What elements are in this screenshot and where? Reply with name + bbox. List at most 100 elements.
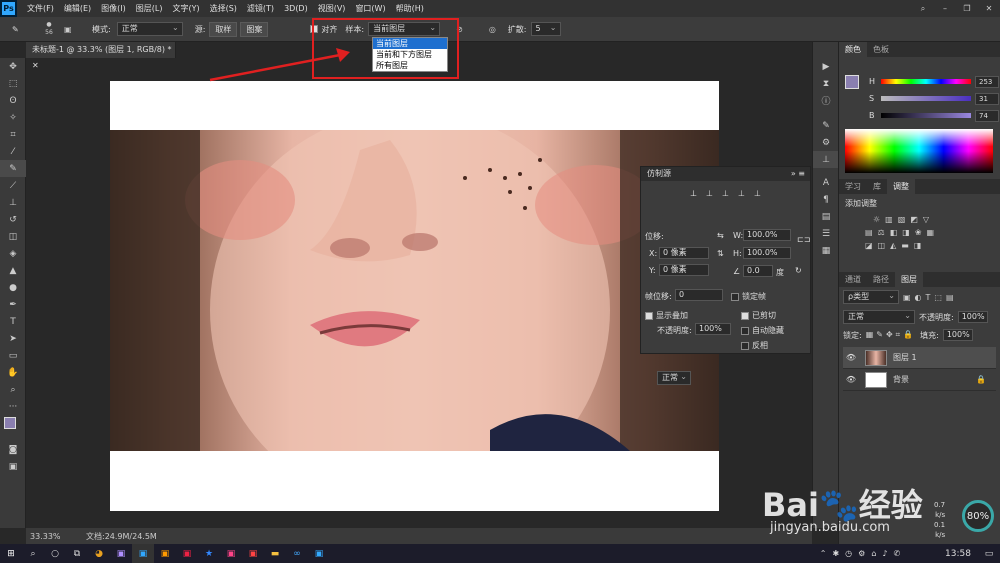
clone-source-icon[interactable]: ⊥ <box>813 151 839 168</box>
tab-layers[interactable]: 图层 <box>895 272 923 287</box>
h-input[interactable]: 253 <box>975 76 999 88</box>
clone-stamp-tool-icon[interactable]: ⊥ <box>0 194 26 211</box>
flip-v-icon[interactable]: ⇅ <box>717 249 724 258</box>
clone-source-3-icon[interactable]: ⊥ <box>722 189 729 198</box>
tab-libraries[interactable]: 库 <box>867 179 887 194</box>
tab-channels[interactable]: 通道 <box>839 272 867 287</box>
document-tab[interactable]: 未标题-1 @ 33.3% (图层 1, RGB/8) * ✕ <box>26 42 176 70</box>
b-input[interactable]: 74 <box>975 110 999 122</box>
eraser-tool-icon[interactable]: ◫ <box>0 228 26 245</box>
premiere-icon[interactable]: ▣ <box>110 544 132 563</box>
mode-select[interactable]: 正常 <box>116 22 183 36</box>
photoshop-taskbar-icon[interactable]: ▣ <box>132 544 154 563</box>
option-current-and-below[interactable]: 当前和下方图层 <box>373 49 447 60</box>
lasso-tool-icon[interactable]: ʘ <box>0 92 26 109</box>
hand-tool-icon[interactable]: ✋ <box>0 364 26 381</box>
illustrator-icon[interactable]: ▣ <box>154 544 176 563</box>
quick-mask-icon[interactable]: ◙ <box>0 441 26 458</box>
option-all-layers[interactable]: 所有图层 <box>373 60 447 71</box>
h-slider[interactable] <box>881 79 971 84</box>
link-icon[interactable]: ⊏⊐ <box>797 235 810 244</box>
cortana-icon[interactable]: ○ <box>44 544 66 563</box>
clock[interactable]: 13:58 <box>938 544 978 563</box>
folder-icon[interactable]: ▬ <box>264 544 286 563</box>
windows-start-icon[interactable]: ⊞ <box>0 544 22 563</box>
tab-color[interactable]: 颜色 <box>839 42 867 57</box>
eyedropper-icon[interactable]: ⁄ <box>0 143 26 160</box>
brush-presets-icon[interactable]: ⚙ <box>813 134 839 151</box>
overlay-blend-select[interactable]: 正常 <box>657 371 691 385</box>
color-swatches[interactable] <box>0 415 26 441</box>
tray-icons[interactable]: ⌃✱◷⚙⌂♪✆ <box>788 544 938 563</box>
chrome-icon[interactable]: ◕ <box>88 544 110 563</box>
brush-tool-icon[interactable]: ⟋ <box>0 177 26 194</box>
menu-select[interactable]: 选择(S) <box>210 3 237 14</box>
panel-fg-swatch[interactable] <box>845 75 859 89</box>
app-icon-5[interactable]: ∞ <box>286 544 308 563</box>
color-spectrum[interactable] <box>845 129 993 173</box>
marquee-tool-icon[interactable]: ⬚ <box>0 75 26 92</box>
healing-brush-icon[interactable]: ✎ <box>0 160 26 177</box>
move-tool-icon[interactable]: ✥ <box>0 58 26 75</box>
character-icon[interactable]: A <box>813 174 839 191</box>
crop-tool-icon[interactable]: ⌗ <box>0 126 26 143</box>
lock-icons[interactable]: ▦✎✥⌗🔒 <box>866 330 916 340</box>
tab-adjustments[interactable]: 调整 <box>887 179 915 194</box>
menu-layer[interactable]: 图层(L) <box>136 3 163 14</box>
pen-tool-icon[interactable]: ✒ <box>0 296 26 313</box>
zoom-tool-icon[interactable]: ⌕ <box>0 381 26 398</box>
angle-input[interactable]: 0.0 <box>743 265 773 277</box>
filter-icons[interactable]: ▣◐T⬚▤ <box>903 293 958 302</box>
search-icon[interactable]: ⌕ <box>22 544 44 563</box>
sample-button[interactable]: 取样 <box>209 21 238 37</box>
restore-icon[interactable]: ❐ <box>956 0 978 17</box>
search-icon[interactable]: ⌕ <box>912 0 934 17</box>
close-tab-icon[interactable]: ✕ <box>32 61 39 70</box>
flip-h-icon[interactable]: ⇆ <box>717 231 724 240</box>
clone-source-1-icon[interactable]: ⊥ <box>690 189 697 198</box>
layer-filter-select[interactable]: ρ类型 <box>843 290 899 304</box>
info-icon[interactable]: ⓘ <box>813 92 839 109</box>
app-icon-4[interactable]: ▣ <box>242 544 264 563</box>
brush-settings-icon[interactable]: ✎ <box>813 117 839 134</box>
app-icon-2[interactable]: ★ <box>198 544 220 563</box>
app-icon-6[interactable]: ▣ <box>308 544 330 563</box>
menu-window[interactable]: 窗口(W) <box>355 3 385 14</box>
menu-edit[interactable]: 编辑(E) <box>64 3 91 14</box>
diffusion-select[interactable]: 5 <box>530 22 561 36</box>
type-tool-icon[interactable]: T <box>0 313 26 330</box>
history-icon[interactable]: ⧗ <box>813 75 839 92</box>
adjust-icons-row-3[interactable]: ◪◫◭▬◨ <box>865 241 994 250</box>
brush-preset-icon[interactable]: ● 56 <box>34 21 64 37</box>
minimize-icon[interactable]: – <box>934 0 956 17</box>
b-slider[interactable] <box>881 113 971 118</box>
pressure-icon[interactable]: ◎ <box>489 25 496 34</box>
close-icon[interactable]: ✕ <box>978 0 1000 17</box>
overlay-opacity-input[interactable]: 100% <box>695 323 731 335</box>
lock-frame-checkbox[interactable]: 锁定帧 <box>731 291 766 302</box>
magic-wand-icon[interactable]: ✧ <box>0 109 26 126</box>
zoom-level[interactable]: 33.33% <box>30 532 86 541</box>
w-input[interactable]: 100.0% <box>743 229 791 241</box>
more-tools-icon[interactable]: ··· <box>0 398 26 415</box>
menu-image[interactable]: 图像(I) <box>101 3 126 14</box>
notification-icon[interactable]: ▭ <box>978 544 1000 563</box>
layer-row-1[interactable]: 👁 图层 1 <box>843 347 996 369</box>
menu-filter[interactable]: 滤镜(T) <box>247 3 274 14</box>
paragraph-icon[interactable]: ¶ <box>813 191 839 208</box>
play-icon[interactable]: ▶ <box>813 58 839 75</box>
dodge-tool-icon[interactable]: ● <box>0 279 26 296</box>
x-input[interactable]: 0 像素 <box>659 247 709 259</box>
rectangle-tool-icon[interactable]: ▭ <box>0 347 26 364</box>
clipped-checkbox[interactable]: 已剪切 <box>741 310 776 321</box>
auto-hide-checkbox[interactable]: 自动隐藏 <box>741 325 784 336</box>
screen-mode-icon[interactable]: ▣ <box>0 458 26 475</box>
adjust-icons-row-2[interactable]: ▤⚖◧◨❀▦ <box>865 228 994 237</box>
brush-panel-icon[interactable]: ▣ <box>64 25 84 34</box>
task-view-icon[interactable]: ⧉ <box>66 544 88 563</box>
layer-row-2[interactable]: 👁 背景 🔒 <box>843 369 996 391</box>
menu-file[interactable]: 文件(F) <box>27 3 54 14</box>
tab-swatches[interactable]: 色板 <box>867 42 895 57</box>
blend-mode-select[interactable]: 正常 <box>843 310 915 324</box>
panel-menu-icon[interactable]: » ≡ <box>791 167 810 181</box>
